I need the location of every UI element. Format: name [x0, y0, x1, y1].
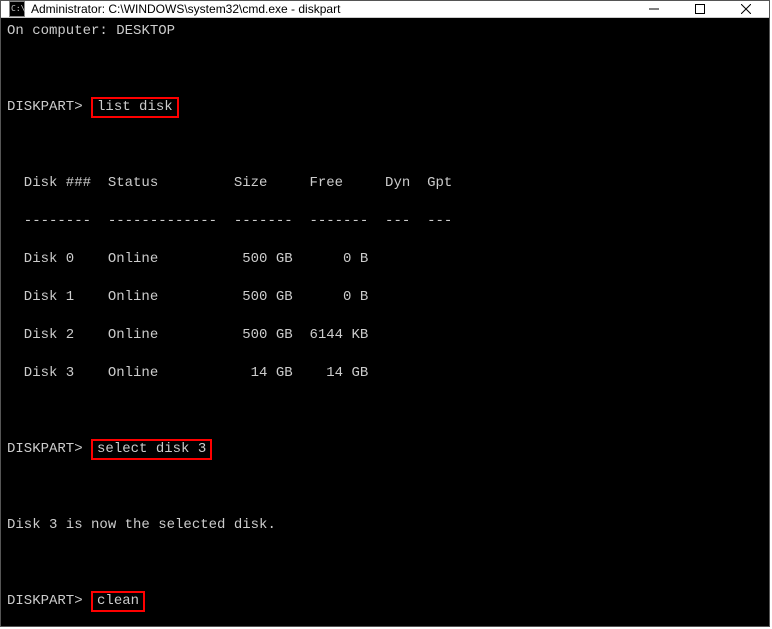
disk-row: Disk 1 Online 500 GB 0 B — [7, 288, 763, 307]
computer-label: On computer: — [7, 23, 108, 39]
disk-row: Disk 0 Online 500 GB 0 B — [7, 250, 763, 269]
cmd-list-disk: list disk — [91, 97, 179, 118]
disk-table-divider: -------- ------------- ------- ------- -… — [7, 212, 763, 231]
titlebar[interactable]: Administrator: C:\WINDOWS\system32\cmd.e… — [1, 1, 769, 18]
cmd-icon — [9, 1, 25, 17]
prompt: DISKPART> — [7, 99, 83, 115]
disk-table-header: Disk ### Status Size Free Dyn Gpt — [7, 174, 763, 193]
cmd-window: Administrator: C:\WINDOWS\system32\cmd.e… — [0, 0, 770, 627]
minimize-button[interactable] — [631, 1, 677, 17]
disk-row: Disk 2 Online 500 GB 6144 KB — [7, 326, 763, 345]
terminal-output[interactable]: On computer: DESKTOP DISKPART> list disk… — [1, 18, 769, 626]
computer-name: DESKTOP — [116, 23, 175, 39]
cmd-select-disk: select disk 3 — [91, 439, 212, 460]
cmd-clean: clean — [91, 591, 145, 612]
close-button[interactable] — [723, 1, 769, 17]
prompt: DISKPART> — [7, 593, 83, 609]
disk-row: Disk 3 Online 14 GB 14 GB — [7, 364, 763, 383]
window-title: Administrator: C:\WINDOWS\system32\cmd.e… — [31, 2, 631, 16]
resp-selected: Disk 3 is now the selected disk. — [7, 516, 763, 535]
prompt: DISKPART> — [7, 441, 83, 457]
maximize-button[interactable] — [677, 1, 723, 17]
